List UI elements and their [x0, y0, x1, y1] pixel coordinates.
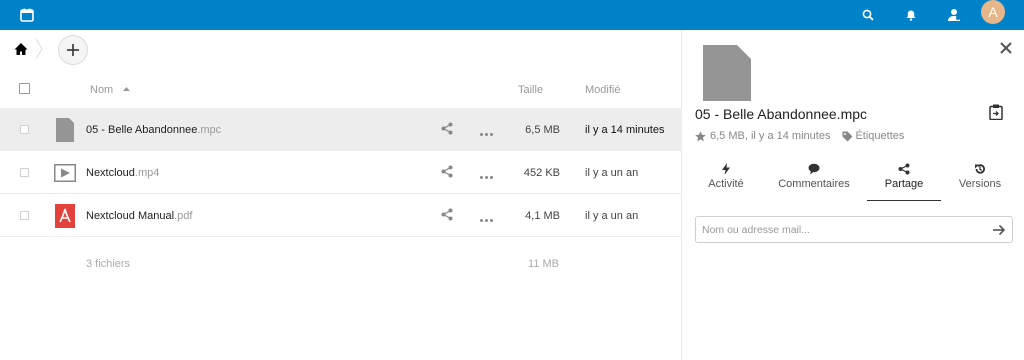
share-with-input[interactable]: Nom ou adresse mail... [695, 216, 1013, 243]
more-actions-icon[interactable] [480, 127, 493, 139]
details-meta: 6,5 MB, il y a 14 minutes Étiquettes [695, 130, 904, 142]
share-icon[interactable] [441, 122, 453, 138]
file-size: 6,5 MB [525, 124, 560, 136]
contacts-icon[interactable] [943, 0, 965, 30]
tab-versions[interactable]: Versions [953, 161, 1007, 201]
column-header-name[interactable]: Nom [90, 84, 113, 96]
tab-sharing[interactable]: Partage [867, 161, 941, 201]
tab-activity[interactable]: Activité [697, 161, 755, 201]
file-list-panel: Nom Taille Modifié 05 - Belle Abandonnee… [0, 30, 682, 360]
new-file-button[interactable] [58, 35, 88, 65]
details-sidebar: 05 - Belle Abandonnee.mpc 6,5 MB, il y a… [683, 30, 1024, 360]
file-name[interactable]: Nextcloud.mp4 [86, 167, 159, 179]
history-icon [975, 164, 985, 174]
row-checkbox[interactable] [20, 168, 29, 177]
generic-file-icon [54, 118, 76, 142]
total-size-summary: 11 MB [528, 258, 559, 270]
video-file-icon [54, 161, 76, 185]
home-icon[interactable] [14, 42, 28, 56]
row-checkbox[interactable] [20, 211, 29, 220]
share-icon[interactable] [441, 208, 453, 224]
copy-link-icon[interactable] [989, 104, 1003, 121]
star-icon[interactable] [695, 130, 706, 142]
file-size: 452 KB [523, 167, 560, 179]
row-checkbox[interactable] [20, 125, 29, 134]
search-icon[interactable] [857, 0, 879, 30]
more-actions-icon[interactable] [480, 170, 493, 182]
top-bar: A [0, 0, 1024, 30]
file-modified: il y a 14 minutes [585, 124, 665, 136]
details-tabs: Activité Commentaires Partage Versions [683, 161, 1024, 201]
tab-comments[interactable]: Commentaires [773, 161, 855, 201]
plus-icon [67, 44, 79, 56]
column-header-size[interactable]: Taille [518, 84, 543, 96]
details-file-title: 05 - Belle Abandonnee.mpc [695, 106, 868, 122]
share-icon[interactable] [441, 165, 453, 181]
calendar-app-icon[interactable] [14, 0, 40, 30]
arrow-right-icon[interactable] [992, 223, 1006, 237]
file-modified: il y a un an [585, 210, 639, 222]
share-input-placeholder: Nom ou adresse mail... [702, 224, 810, 236]
table-row[interactable]: Nextcloud Manual.pdf 4,1 MB il y a un an [0, 194, 682, 237]
close-icon[interactable] [1000, 42, 1012, 54]
tag-icon [842, 131, 853, 141]
pdf-file-icon [54, 204, 76, 228]
comment-icon [808, 163, 820, 175]
details-size-time: 6,5 MB, il y a 14 minutes [710, 130, 831, 142]
file-name[interactable]: 05 - Belle Abandonnee.mpc [86, 124, 221, 136]
table-header: Nom Taille Modifié [0, 72, 682, 108]
file-size: 4,1 MB [525, 210, 560, 222]
file-count-summary: 3 fichiers [86, 258, 131, 270]
column-header-modified[interactable]: Modifié [585, 84, 620, 96]
file-modified: il y a un an [585, 167, 639, 179]
tags-button[interactable]: Étiquettes [842, 130, 904, 142]
sort-ascending-icon [123, 87, 130, 91]
lightning-icon [722, 163, 730, 175]
file-preview-icon [703, 45, 751, 101]
avatar[interactable]: A [981, 0, 1005, 24]
breadcrumb-separator [34, 38, 44, 60]
more-actions-icon[interactable] [480, 213, 493, 225]
select-all-checkbox[interactable] [19, 83, 30, 94]
table-row[interactable]: Nextcloud.mp4 452 KB il y a un an [0, 151, 682, 194]
share-icon [898, 163, 910, 175]
file-name[interactable]: Nextcloud Manual.pdf [86, 210, 192, 222]
notifications-bell-icon[interactable] [901, 0, 921, 30]
table-row[interactable]: 05 - Belle Abandonnee.mpc 6,5 MB il y a … [0, 108, 682, 151]
